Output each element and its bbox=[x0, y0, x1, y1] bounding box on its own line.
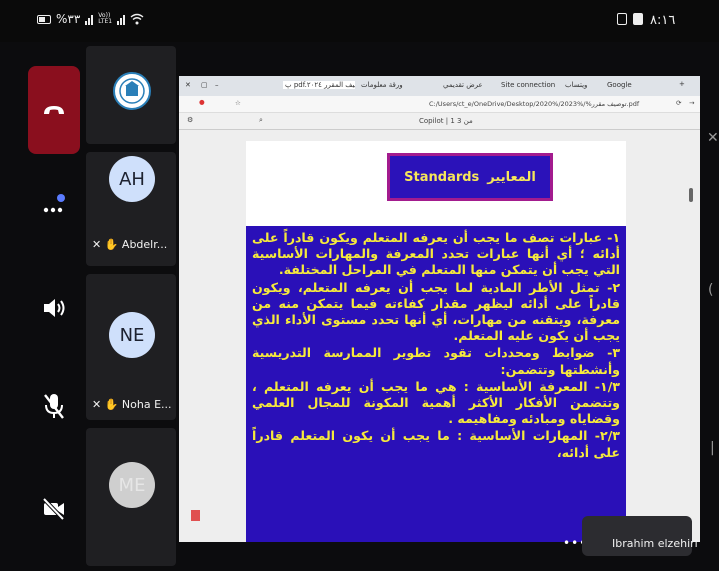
speaker-button[interactable] bbox=[28, 282, 80, 334]
meeting-screen: %٣٣ Vo)) LTE1 ٨:١٦ AH ✕ ✋ Abdelr... NE ✕… bbox=[0, 0, 719, 571]
more-options-button[interactable] bbox=[28, 178, 80, 230]
participant-name: ✕ ✋ Noha E... bbox=[92, 398, 172, 411]
shared-screen[interactable]: ✕ ▢ – پ pdf.توصيف المقرر ٢٠٢٤ ورقة معلوم… bbox=[179, 76, 700, 542]
presenter-tag bbox=[582, 516, 692, 556]
paragraph: ٢- تمثل الأطر المادية لما يجب أن يعرفه ا… bbox=[252, 279, 620, 344]
browser-tab-bar: ✕ ▢ – پ pdf.توصيف المقرر ٢٠٢٤ ورقة معلوم… bbox=[179, 76, 700, 96]
window-close-icon[interactable]: ✕ bbox=[185, 81, 191, 89]
tab-item[interactable]: Google bbox=[607, 81, 651, 89]
participant-tile[interactable]: AH ✕ ✋ Abdelr... bbox=[86, 152, 176, 266]
title-english: Standards bbox=[404, 169, 480, 185]
more-dots-icon bbox=[43, 194, 65, 213]
star-icon[interactable]: ☆ bbox=[235, 99, 241, 107]
avatar bbox=[113, 72, 151, 110]
tab-item[interactable]: عرض تقديمي bbox=[443, 81, 497, 89]
paragraph: ١/٣- المعرفة الأساسية : هي ما يجب أن يعر… bbox=[252, 378, 620, 427]
address-text[interactable]: C:/Users/ct_e/OneDrive/Desktop/2020%/202… bbox=[429, 100, 659, 108]
reload-icon[interactable]: ⟳ bbox=[676, 99, 681, 107]
mic-muted-icon: ✕ bbox=[92, 238, 105, 251]
edge-bar-icon: | bbox=[710, 440, 715, 456]
pdf-toolbar-text: Copilot | 1 من 3 bbox=[419, 117, 473, 125]
raised-hand-icon: ✋ bbox=[104, 398, 119, 411]
mute-button[interactable] bbox=[28, 380, 80, 432]
search-icon[interactable]: ⌕ bbox=[259, 116, 263, 125]
tab-item[interactable]: Site connection bbox=[501, 81, 561, 89]
paragraph: ٢/٣- المهارات الأساسية : ما يجب أن يكون … bbox=[252, 428, 620, 460]
presenter-name: Ibrahim elzehiri bbox=[612, 537, 698, 550]
window-minimize-icon[interactable]: – bbox=[215, 81, 219, 89]
gallery-icon bbox=[633, 13, 643, 25]
camera-button[interactable] bbox=[28, 483, 80, 535]
pdf-viewer[interactable]: Standards المعايير ١- عبارات تصف ما يجب … bbox=[179, 130, 700, 542]
tab-item[interactable]: ورقة معلومات bbox=[361, 81, 439, 89]
settings-icon[interactable]: ⚙ bbox=[187, 116, 193, 124]
network-status: %٣٣ Vo)) LTE1 bbox=[37, 12, 144, 26]
mic-off-icon bbox=[44, 394, 64, 419]
wifi-icon bbox=[130, 13, 144, 25]
window-restore-icon[interactable]: ▢ bbox=[201, 81, 208, 89]
status-bar: %٣٣ Vo)) LTE1 ٨:١٦ bbox=[0, 0, 719, 42]
call-controls bbox=[16, 42, 86, 571]
mic-muted-icon: ✕ bbox=[92, 398, 105, 411]
battery-icon bbox=[37, 14, 51, 24]
back-icon[interactable]: → bbox=[689, 99, 694, 107]
avatar-initials: AH bbox=[119, 168, 145, 190]
battery-text: %٣٣ bbox=[56, 12, 81, 26]
participant-tile[interactable]: NE ✕ ✋ Noha E... bbox=[86, 274, 176, 420]
edge-close-icon: ✕ bbox=[707, 130, 719, 146]
avatar-initials: NE bbox=[119, 324, 145, 346]
phone-hangup-icon bbox=[44, 106, 64, 114]
participant-tile-host[interactable] bbox=[86, 46, 176, 144]
signal-icon-2 bbox=[117, 14, 126, 25]
new-tab-icon[interactable]: + bbox=[679, 80, 685, 88]
avatar: AH bbox=[109, 156, 155, 202]
university-logo-icon bbox=[113, 72, 151, 110]
edge-arc-icon: ( bbox=[708, 282, 714, 298]
address-bar[interactable]: → ⟳ C:/Users/ct_e/OneDrive/Desktop/2020%… bbox=[179, 96, 700, 113]
profile-icon[interactable]: ● bbox=[199, 98, 205, 106]
tab-item[interactable]: ويتساب bbox=[565, 81, 605, 89]
network-label: Vo)) LTE1 bbox=[98, 12, 113, 25]
pdf-page: Standards المعايير ١- عبارات تصف ما يجب … bbox=[246, 141, 626, 542]
slide-title: Standards المعايير bbox=[387, 153, 553, 201]
avatar-initials: ME bbox=[118, 474, 146, 496]
title-arabic: المعايير bbox=[487, 169, 536, 185]
participant-name: ✕ ✋ Abdelr... bbox=[92, 238, 168, 251]
clock: ٨:١٦ bbox=[650, 13, 676, 28]
paragraph: ٣- ضوابط ومحددات تقود تطوير الممارسة الت… bbox=[252, 345, 620, 377]
avatar: ME bbox=[109, 462, 155, 508]
pdf-toolbar: Copilot | 1 من 3 ⌕ ⚙ bbox=[179, 113, 700, 130]
camera-off-icon bbox=[42, 497, 65, 521]
raised-hand-icon: ✋ bbox=[104, 238, 119, 251]
paragraph: ١- عبارات تصف ما يجب أن يعرفه المتعلم وي… bbox=[252, 230, 620, 278]
signal-icon bbox=[85, 14, 94, 25]
speaker-icon bbox=[44, 299, 65, 317]
notification-icons bbox=[617, 13, 643, 25]
slide-body: ١- عبارات تصف ما يجب أن يعرفه المتعلم وي… bbox=[246, 226, 626, 542]
leave-call-button[interactable] bbox=[28, 66, 80, 154]
sim-icon bbox=[617, 13, 627, 25]
tab-item[interactable]: پ pdf.توصيف المقرر ٢٠٢٤ bbox=[283, 81, 355, 89]
participant-tile[interactable]: ME bbox=[86, 428, 176, 566]
scrollbar[interactable] bbox=[689, 188, 693, 202]
avatar: NE bbox=[109, 312, 155, 358]
pdf-file-icon bbox=[191, 510, 200, 521]
